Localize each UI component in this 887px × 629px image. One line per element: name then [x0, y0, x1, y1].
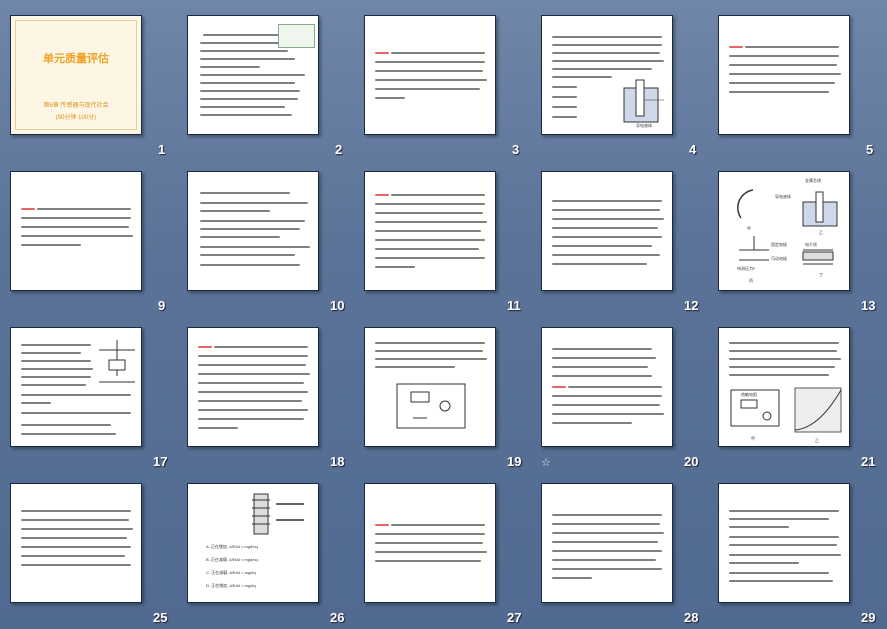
slide-number-21: 21 [861, 454, 876, 469]
slide-number-26: 26 [330, 610, 345, 625]
slide-number-25: 25 [153, 610, 168, 625]
diagram-label: 丙 [749, 278, 753, 283]
slide-number-2: 2 [335, 142, 343, 157]
slide-thumbnail-27[interactable] [364, 483, 496, 603]
diagram-label: 甲 [751, 436, 755, 441]
slide-thumbnail-18[interactable] [187, 327, 319, 447]
slide-number-5: 5 [866, 142, 874, 157]
slide-thumbnail-29[interactable] [718, 483, 850, 603]
slide-thumbnail-19[interactable] [364, 327, 496, 447]
slide-thumbnail-13[interactable]: 金属芯线 导电液体 甲 乙 固定电极 可动电极 电介质 待测压力F 丙 丁 [718, 171, 850, 291]
option-c: C. 正在减弱, ΔΦ/Δt = mgd/q [206, 570, 256, 575]
diagram-label: 导电液体 [636, 123, 652, 128]
mechanism-diagram [99, 340, 135, 383]
slide-sorter-view: { "title_slide": { "title": "单元质量评估", "s… [0, 0, 887, 629]
circuit-diagram [396, 383, 466, 429]
diagram-label: 丁 [819, 272, 823, 277]
slide-number-9: 9 [158, 298, 166, 313]
slide-thumbnail-25[interactable] [10, 483, 142, 603]
diagram-label: 金属芯线 [805, 178, 821, 183]
slide-thumbnail-10[interactable] [187, 171, 319, 291]
resistance-curve-chart [794, 387, 842, 433]
diagram-label: 乙 [815, 438, 819, 443]
diagram-label: 固定电极 [771, 242, 787, 247]
slide-number-10: 10 [330, 298, 345, 313]
slide-thumbnail-5[interactable] [718, 15, 850, 135]
diagram-label: 待测压力F [737, 266, 756, 271]
slide-number-4: 4 [689, 142, 697, 157]
slide-thumbnail-12[interactable] [541, 171, 673, 291]
diagram-label: 电介质 [805, 242, 817, 247]
slide-thumbnail-28[interactable] [541, 483, 673, 603]
slide-thumbnail-21[interactable]: 热敏电阻 甲 乙 [718, 327, 850, 447]
slide-number-13: 13 [861, 298, 876, 313]
liquid-container-diagram [623, 79, 664, 123]
slide-thumbnail-26[interactable]: A. 正在增加, ΔΦ/Δt = mgd/nq B. 正在减弱, ΔΦ/Δt =… [187, 483, 319, 603]
slide-thumbnail-1[interactable]: 单元质量评估 第6章 传感器与现代社会 (90分钟 100分) [10, 15, 142, 135]
diagram-label: 热敏电阻 [741, 392, 757, 397]
slide-number-20: 20 [684, 454, 699, 469]
slide-thumbnail-4[interactable]: 导电液体 [541, 15, 673, 135]
slide-thumbnail-17[interactable] [10, 327, 142, 447]
solenoid-capacitor-diagram [252, 493, 304, 535]
option-a: A. 正在增加, ΔΦ/Δt = mgd/nq [206, 544, 258, 549]
slide-meta: (90分钟 100分) [55, 115, 97, 121]
slide-number-1: 1 [158, 142, 166, 157]
slide-thumbnail-11[interactable] [364, 171, 496, 291]
slide-number-29: 29 [861, 610, 876, 625]
sensor-diagrams [737, 189, 838, 265]
slide-thumbnail-20[interactable] [541, 327, 673, 447]
slide-thumbnail-9[interactable] [10, 171, 142, 291]
slide-thumbnail-3[interactable] [364, 15, 496, 135]
slide-number-12: 12 [684, 298, 699, 313]
slide-number-17: 17 [153, 454, 168, 469]
slide-number-19: 19 [507, 454, 522, 469]
mouse-cursor-icon: ☆ [541, 456, 551, 469]
option-b: B. 正在减弱, ΔΦ/Δt = mgd/nq [206, 557, 258, 562]
slide-number-3: 3 [512, 142, 520, 157]
slide-number-28: 28 [684, 610, 699, 625]
diagram-label: 可动电极 [771, 256, 787, 261]
diagram-label: 导电液体 [775, 194, 791, 199]
diagram-label: 甲 [747, 226, 751, 231]
slide-number-27: 27 [507, 610, 522, 625]
slide-subtitle: 第6章 传感器与现代社会 [43, 103, 109, 109]
diagram-label: 乙 [819, 230, 823, 235]
slide-title: 单元质量评估 [43, 53, 109, 65]
slide-thumbnail-2[interactable] [187, 15, 319, 135]
slide-number-18: 18 [330, 454, 345, 469]
option-d: D. 正在增加, ΔΦ/Δt = mgd/q [206, 583, 256, 588]
slide-number-11: 11 [507, 298, 521, 313]
